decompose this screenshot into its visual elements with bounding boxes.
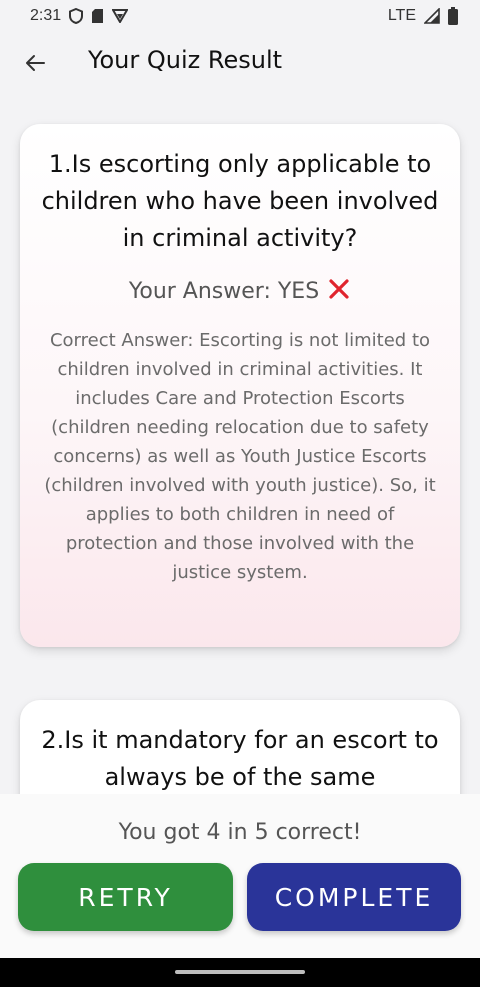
app-bar: Your Quiz Result (0, 32, 480, 94)
network-type: LTE (387, 7, 416, 24)
back-button[interactable] (18, 46, 52, 80)
home-gesture-handle[interactable] (175, 970, 305, 974)
arrow-left-icon (26, 55, 45, 71)
vpn-icon (112, 9, 129, 23)
result-summary-panel: You got 4 in 5 correct! RETRY COMPLETE (0, 794, 480, 958)
correct-answer-text: Correct Answer: Escorting is not limited… (44, 330, 436, 583)
status-time: 2:31 (30, 7, 62, 24)
status-right: LTE (388, 7, 458, 25)
question-text: 1.Is escorting only applicable to childr… (41, 150, 439, 252)
shield-icon (69, 8, 84, 24)
signal-icon (424, 8, 440, 24)
retry-button[interactable]: RETRY (18, 863, 233, 931)
question-text: 2.Is it mandatory for an escort to alway… (41, 726, 439, 791)
battery-icon (448, 7, 458, 25)
score-text: You got 4 in 5 correct! (118, 820, 362, 845)
page-title: Your Quiz Result (88, 46, 283, 74)
sd-card-icon (91, 8, 104, 24)
question-card: 1.Is escorting only applicable to childr… (20, 124, 460, 647)
status-left: 2:31 (30, 7, 129, 25)
your-answer-label: Your Answer: YES (128, 279, 320, 304)
complete-button[interactable]: COMPLETE (247, 863, 461, 931)
status-bar: 2:31 LTE (0, 0, 480, 32)
your-answer: Your Answer: YES (38, 277, 442, 306)
system-navigation-bar (0, 958, 480, 987)
cross-mark-icon (327, 277, 351, 306)
